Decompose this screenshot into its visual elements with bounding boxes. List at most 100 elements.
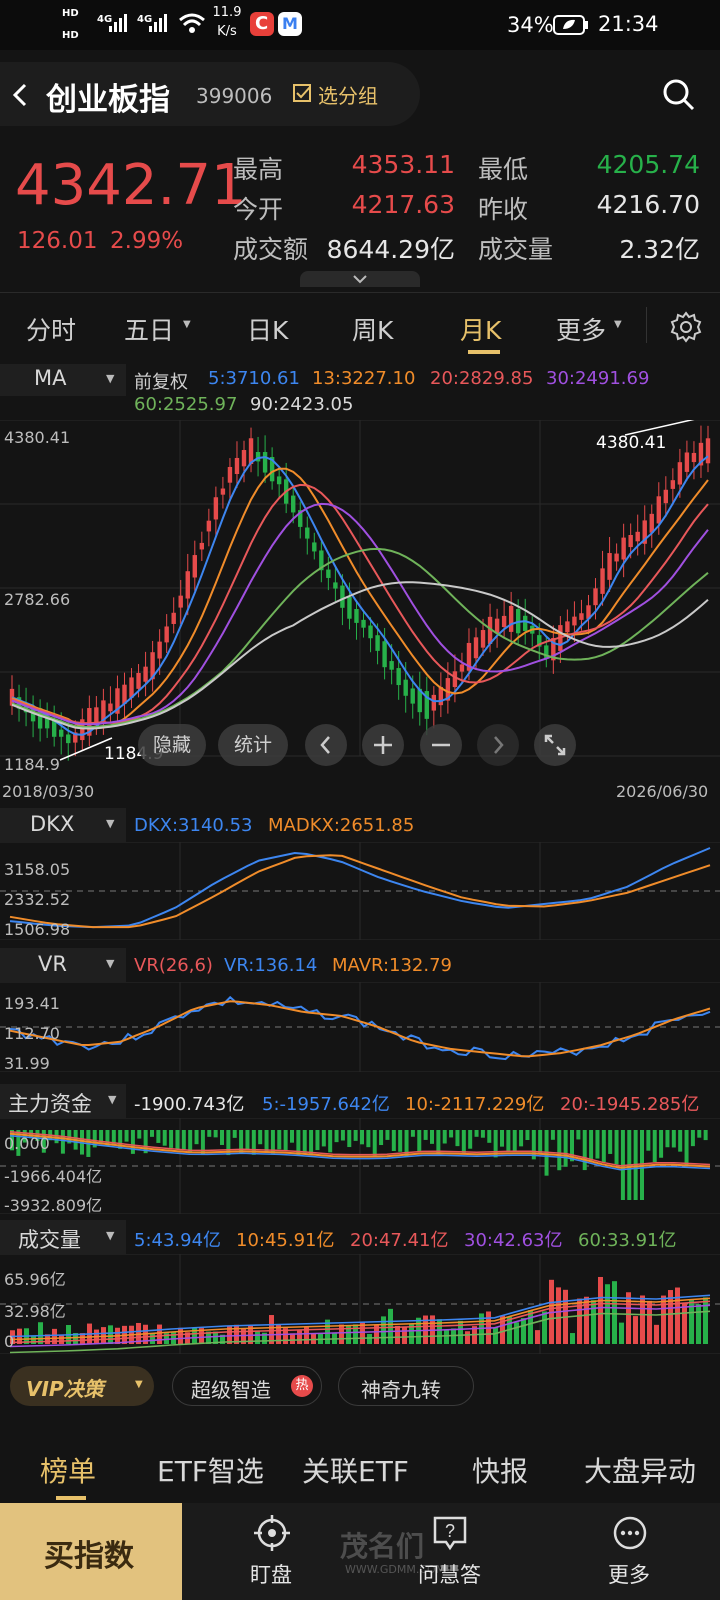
kline-candle — [340, 585, 345, 608]
volume-bar — [633, 1316, 638, 1344]
chevron-left-icon — [320, 736, 330, 754]
kline-candle — [663, 489, 669, 504]
tab-week-k[interactable]: 周K — [352, 311, 393, 347]
kline-candle — [431, 694, 437, 711]
more-button[interactable]: 更多 — [570, 1503, 690, 1600]
kline-candle — [403, 679, 408, 696]
settings-gear-icon[interactable] — [670, 311, 702, 343]
flow-bar — [697, 1130, 702, 1138]
zoom-in-button[interactable] — [362, 724, 404, 766]
kline-candle — [206, 520, 212, 532]
volume-bar — [542, 1311, 547, 1344]
flow-bar — [366, 1130, 371, 1148]
checkbox-icon — [293, 84, 311, 102]
volume-bar — [353, 1324, 358, 1344]
flow-ma10: 10:-2117.229亿 — [405, 1094, 545, 1115]
vr-selector[interactable]: VR ▼ — [0, 948, 126, 982]
vol-ma20: 20:47.41亿 — [350, 1230, 449, 1251]
stats-button[interactable]: 统计 — [218, 724, 288, 766]
kline-candle — [326, 569, 331, 578]
volume-bar — [402, 1326, 407, 1344]
flow-bar — [194, 1130, 199, 1145]
expand-handle[interactable] — [300, 271, 420, 287]
buy-index-button[interactable]: 买指数 — [0, 1503, 182, 1600]
volume-bar — [591, 1300, 596, 1344]
flow-bar — [340, 1130, 345, 1141]
pan-right-button[interactable] — [477, 724, 519, 766]
chevron-down-icon — [353, 275, 367, 284]
flow-bar — [550, 1130, 555, 1140]
tab-more[interactable]: 更多 — [556, 311, 606, 347]
tab-day-k[interactable]: 日K — [247, 311, 288, 347]
tab-intraday[interactable]: 分时 — [26, 311, 76, 347]
volume-bar — [388, 1308, 393, 1344]
clock: 21:34 — [598, 12, 659, 36]
kline-candle — [227, 466, 233, 483]
tab-month-k[interactable]: 月K — [460, 311, 501, 347]
news-tab-indicator — [56, 1496, 86, 1500]
vol-ma30: 30:42.63亿 — [464, 1230, 563, 1251]
fullscreen-button[interactable] — [534, 724, 576, 766]
vip-decision-button[interactable]: VIP决策 ▼ — [10, 1366, 154, 1406]
tab-flash[interactable]: 快报 — [472, 1450, 528, 1490]
buy-index-label: 买指数 — [44, 1539, 134, 1574]
vr-chart[interactable] — [0, 982, 720, 1072]
vr-selector-caret: ▼ — [106, 957, 115, 970]
fund-flow-chart[interactable] — [0, 1118, 720, 1214]
kline-candle — [291, 495, 296, 513]
tab-five-day-caret: ▼ — [183, 319, 191, 330]
kline-candle — [389, 661, 394, 670]
tab-divider — [646, 307, 647, 343]
flow-bar — [684, 1130, 689, 1165]
kline-chart[interactable] — [0, 420, 720, 776]
kline-candle — [347, 596, 352, 619]
net1-label: 4G — [97, 14, 113, 25]
dkx-y2: 2332.52 — [4, 890, 71, 909]
current-price: 4342.71 — [15, 153, 247, 218]
dkx-y3: 1506.98 — [4, 920, 71, 939]
ma-selector[interactable]: MA ▼ — [0, 364, 126, 396]
magic-nine-chip[interactable]: 神奇九转 — [338, 1366, 474, 1406]
hide-button[interactable]: 隐藏 — [138, 724, 206, 766]
select-group-button[interactable]: 选分组 — [293, 78, 403, 110]
tab-five-day[interactable]: 五日 — [124, 311, 174, 347]
volume-chart[interactable] — [0, 1254, 720, 1354]
volume-selector[interactable]: 成交量 ▼ — [0, 1220, 126, 1254]
flow-selector-label: 主力资金 — [8, 1092, 92, 1116]
flow-bar — [150, 1130, 154, 1137]
quote-panel: 4342.71 126.01 2.99% 最高 4353.11 最低 4205.… — [0, 135, 720, 287]
flow-bar — [608, 1130, 613, 1154]
watch-button[interactable]: 盯盘 — [212, 1503, 332, 1600]
volume-bar — [640, 1295, 645, 1344]
smart-mfg-chip[interactable]: 超级智造 热 — [172, 1366, 322, 1406]
hot-badge: 热 — [291, 1375, 313, 1397]
kline-candle — [354, 608, 359, 623]
kline-candle — [565, 621, 570, 633]
zoom-out-button[interactable] — [420, 724, 462, 766]
net-speed-unit: K/s — [217, 24, 237, 39]
kline-candle — [649, 513, 654, 533]
vr-header: VR ▼ VR(26,6) VR:136.14 MAVR:132.79 — [0, 948, 720, 982]
search-icon[interactable] — [662, 78, 696, 112]
flow-bar — [410, 1130, 415, 1137]
flow-bar — [519, 1130, 524, 1147]
tab-market-alert[interactable]: 大盘异动 — [584, 1450, 696, 1490]
price-change: 126.01 — [17, 228, 98, 254]
volume-bar — [696, 1304, 701, 1344]
pan-left-button[interactable] — [305, 724, 347, 766]
back-icon[interactable] — [10, 82, 30, 108]
main-y-bottom: 1184.9 — [4, 755, 60, 774]
tab-ranking[interactable]: 榜单 — [40, 1450, 96, 1490]
tab-etf-select[interactable]: ETF智选 — [157, 1450, 264, 1490]
dkx-chart[interactable] — [0, 842, 720, 940]
tab-related-etf[interactable]: 关联ETF — [302, 1450, 409, 1490]
vr-value: VR:136.14 — [224, 955, 318, 976]
kline-candle — [635, 531, 640, 542]
vr-y1: 193.41 — [4, 994, 60, 1013]
volume-bar — [255, 1330, 260, 1344]
app-m-icon: M — [278, 12, 302, 36]
volume-header: 成交量 ▼ 5:43.94亿 10:45.91亿 20:47.41亿 30:42… — [0, 1220, 720, 1254]
dkx-selector[interactable]: DKX ▼ — [0, 808, 126, 842]
flow-bar — [181, 1130, 186, 1151]
flow-selector[interactable]: 主力资金 ▼ — [0, 1084, 126, 1118]
